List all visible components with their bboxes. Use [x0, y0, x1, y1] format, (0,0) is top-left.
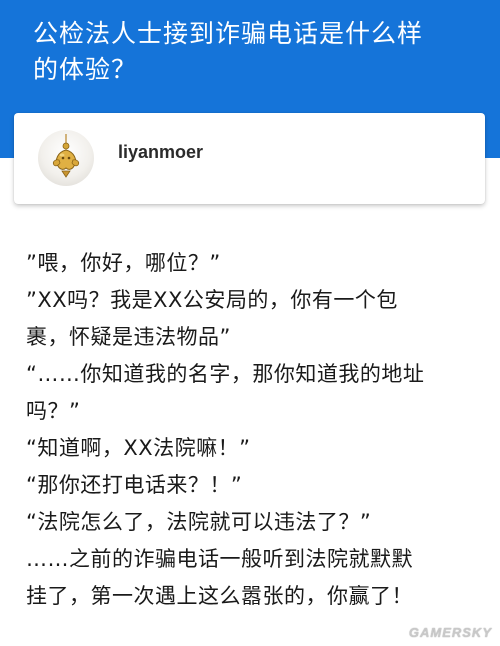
gold-pendant-avatar-icon [52, 134, 80, 178]
answer-line: “法院怎么了，法院就可以违法了？” [26, 510, 372, 534]
answer-line: 挂了，第一次遇上这么嚣张的，你赢了！ [26, 584, 413, 608]
answer-line: 裹，怀疑是违法物品” [26, 325, 231, 349]
answer-line: ”XX吗？我是XX公安局的，你有一个包 [26, 288, 398, 312]
answer-line: 吗？” [26, 399, 81, 423]
answer-body: ”喂，你好，哪位？” ”XX吗？我是XX公安局的，你有一个包 裹，怀疑是违法物品… [26, 245, 486, 615]
question-title-line-1: 公检法人士接到诈骗电话是什么样 [33, 19, 424, 48]
question-title-line-2: 的体验？ [33, 55, 138, 84]
gamersky-watermark: GAMERSKY [408, 625, 492, 640]
author-name[interactable]: liyanmoer [118, 142, 203, 163]
answer-line: ……之前的诈骗电话一般听到法院就默默 [26, 547, 413, 571]
answer-line: ”喂，你好，哪位？” [26, 251, 221, 275]
answer-line: “那你还打电话来？！” [26, 473, 243, 497]
author-card: liyanmoer [14, 113, 485, 204]
answer-line: “知道啊，XX法院嘛！” [26, 436, 251, 460]
question-title: 公检法人士接到诈骗电话是什么样 的体验？ [33, 16, 473, 88]
author-avatar[interactable] [38, 130, 94, 186]
answer-page: 公检法人士接到诈骗电话是什么样 的体验？ liyanmoer ”喂，你好，哪位？… [0, 0, 500, 646]
answer-line: “……你知道我的名字，那你知道我的地址 [26, 362, 425, 386]
